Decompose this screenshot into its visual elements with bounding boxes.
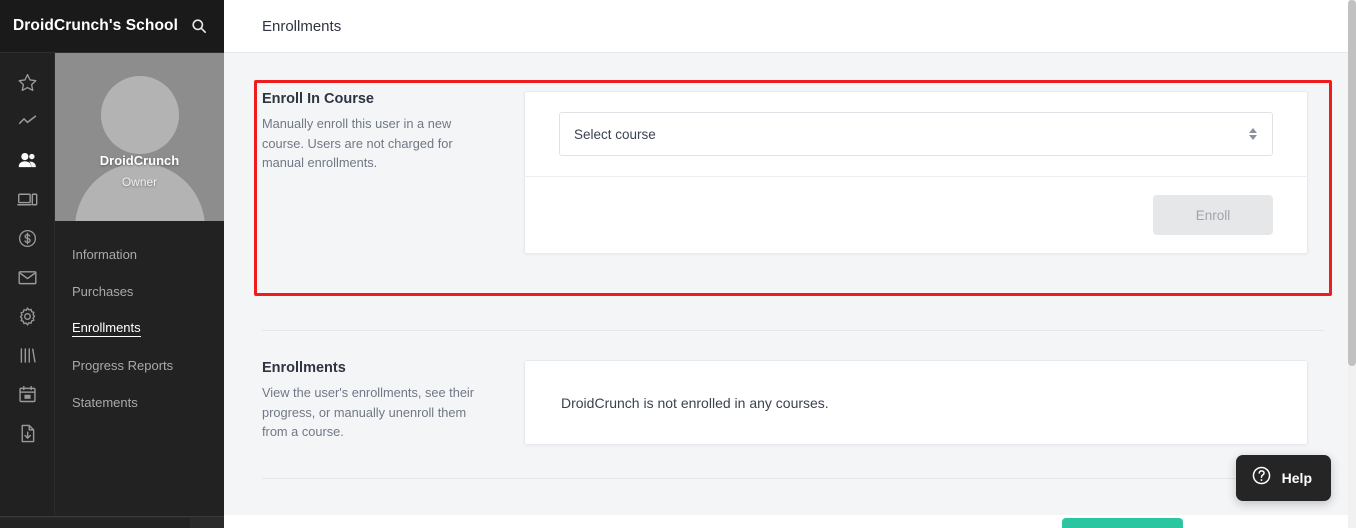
sidebar-body: DroidCrunch Owner Information Purchases … — [0, 53, 224, 528]
course-select[interactable]: Select course — [559, 112, 1273, 156]
sidebar-scrollbar-thumb[interactable] — [0, 518, 190, 528]
avatar: DroidCrunch Owner — [55, 53, 224, 221]
user-nav-list: Information Purchases Enrollments Progre… — [55, 221, 224, 421]
sidebar-item-information[interactable]: Information — [55, 236, 224, 273]
calendar-icon[interactable] — [0, 375, 55, 414]
icon-rail — [0, 53, 55, 528]
app-root: DroidCrunch's School DroidCrunch Owner I… — [0, 0, 1356, 528]
analytics-line-chart-icon[interactable] — [0, 102, 55, 141]
top-bar: Enrollments — [224, 0, 1356, 53]
user-secondary-panel: DroidCrunch Owner Information Purchases … — [55, 53, 224, 528]
enrollments-card: DroidCrunch is not enrolled in any cours… — [524, 360, 1308, 445]
mail-envelope-icon[interactable] — [0, 258, 55, 297]
avatar-head-shape — [100, 76, 179, 154]
profile-name: DroidCrunch — [99, 153, 180, 168]
enrollments-empty-message: DroidCrunch is not enrolled in any cours… — [561, 394, 829, 411]
section-divider — [262, 330, 1324, 331]
section-divider-bottom — [262, 478, 1324, 479]
avatar-body-shape — [74, 163, 205, 221]
page-title: Enrollments — [262, 17, 342, 35]
dollar-coin-icon[interactable] — [0, 219, 55, 258]
gear-settings-icon[interactable] — [0, 297, 55, 336]
course-select-wrapper: Select course — [559, 112, 1273, 156]
profile-role: Owner — [121, 175, 158, 189]
enroll-card-footer: Enroll — [525, 176, 1307, 253]
primary-action-button-partial[interactable] — [1062, 518, 1183, 528]
brand-title: DroidCrunch's School — [13, 17, 178, 34]
page-vertical-scrollbar[interactable] — [1348, 0, 1356, 528]
sidebar-item-label: Information — [72, 247, 138, 262]
main-area: Enrollments Enroll In Course Manually en… — [224, 0, 1356, 528]
enroll-card: Select course Enroll — [524, 91, 1308, 254]
file-download-icon[interactable] — [0, 414, 55, 453]
sidebar-item-label: Progress Reports — [72, 358, 174, 373]
enroll-card-body: Select course — [525, 92, 1307, 176]
enrollments-section: Enrollments View the user's enrollments,… — [262, 360, 1308, 445]
sidebar-horizontal-scrollbar[interactable] — [0, 516, 224, 528]
course-select-value: Select course — [574, 126, 656, 142]
sidebar-item-label: Statements — [72, 395, 138, 410]
sidebar-item-progress-reports[interactable]: Progress Reports — [55, 347, 224, 384]
enroll-section-desc-text: Manually enroll this user in a new cours… — [262, 116, 453, 171]
devices-icon[interactable] — [0, 180, 55, 219]
content-scroll-region: Enroll In Course Manually enroll this us… — [224, 53, 1348, 528]
sidebar-item-statements[interactable]: Statements — [55, 384, 224, 421]
enrollments-section-desc-text: View the user's enrollments, see their p… — [262, 385, 475, 440]
enroll-section-description: Enroll In Course Manually enroll this us… — [262, 91, 524, 254]
help-button[interactable]: Help — [1235, 455, 1331, 501]
question-circle-icon — [1251, 465, 1272, 491]
bottom-section-strip — [224, 515, 1348, 528]
sidebar-item-label: Purchases — [72, 284, 134, 299]
sidebar-item-purchases[interactable]: Purchases — [55, 273, 224, 310]
left-sidebar: DroidCrunch's School DroidCrunch Owner I… — [0, 0, 224, 528]
brand-bar: DroidCrunch's School — [0, 0, 224, 53]
search-icon[interactable] — [188, 15, 210, 37]
enroll-button[interactable]: Enroll — [1153, 195, 1273, 235]
enroll-section-heading: Enroll In Course — [262, 91, 374, 107]
chevron-updown-icon — [1249, 128, 1257, 140]
enrollments-section-heading: Enrollments — [262, 360, 346, 376]
enrollments-section-description: Enrollments View the user's enrollments,… — [262, 360, 524, 445]
page-scrollbar-thumb[interactable] — [1348, 0, 1356, 366]
library-bars-icon[interactable] — [0, 336, 55, 375]
sidebar-item-enrollments[interactable]: Enrollments — [55, 310, 224, 347]
sidebar-item-label: Enrollments — [72, 320, 141, 337]
enroll-in-course-section: Enroll In Course Manually enroll this us… — [262, 91, 1308, 254]
help-button-label: Help — [1281, 470, 1312, 486]
users-people-icon[interactable] — [0, 141, 55, 180]
star-icon[interactable] — [0, 63, 55, 102]
